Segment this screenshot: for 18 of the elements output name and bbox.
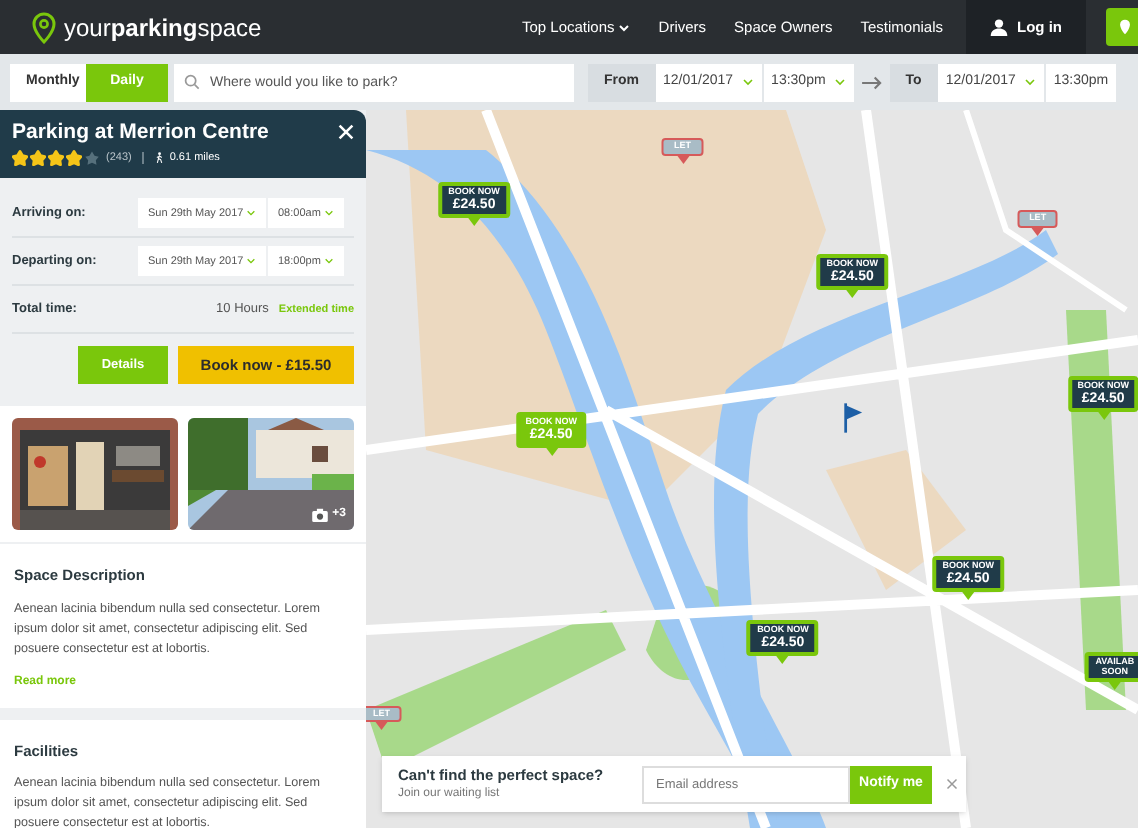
chevron-down-icon [833, 76, 846, 88]
search-icon [184, 74, 200, 90]
walking-icon [153, 152, 164, 165]
chevron-down-icon [324, 208, 334, 219]
logo[interactable]: yourparkingspace [64, 9, 262, 45]
chevron-down-icon [618, 21, 631, 33]
arrow-right-icon [861, 73, 882, 91]
chevron-down-icon [246, 208, 256, 219]
chevron-down-icon [246, 256, 256, 267]
listing-title: Parking at Merrion Centre [12, 120, 269, 146]
logo-icon[interactable] [32, 11, 56, 43]
pin-icon [1118, 18, 1132, 36]
chevron-down-icon [1023, 76, 1036, 88]
chevron-down-icon [324, 256, 334, 267]
user-icon [989, 18, 1007, 36]
chevron-down-icon [741, 76, 754, 88]
flag-icon [842, 402, 864, 434]
camera-icon[interactable] [312, 508, 329, 523]
